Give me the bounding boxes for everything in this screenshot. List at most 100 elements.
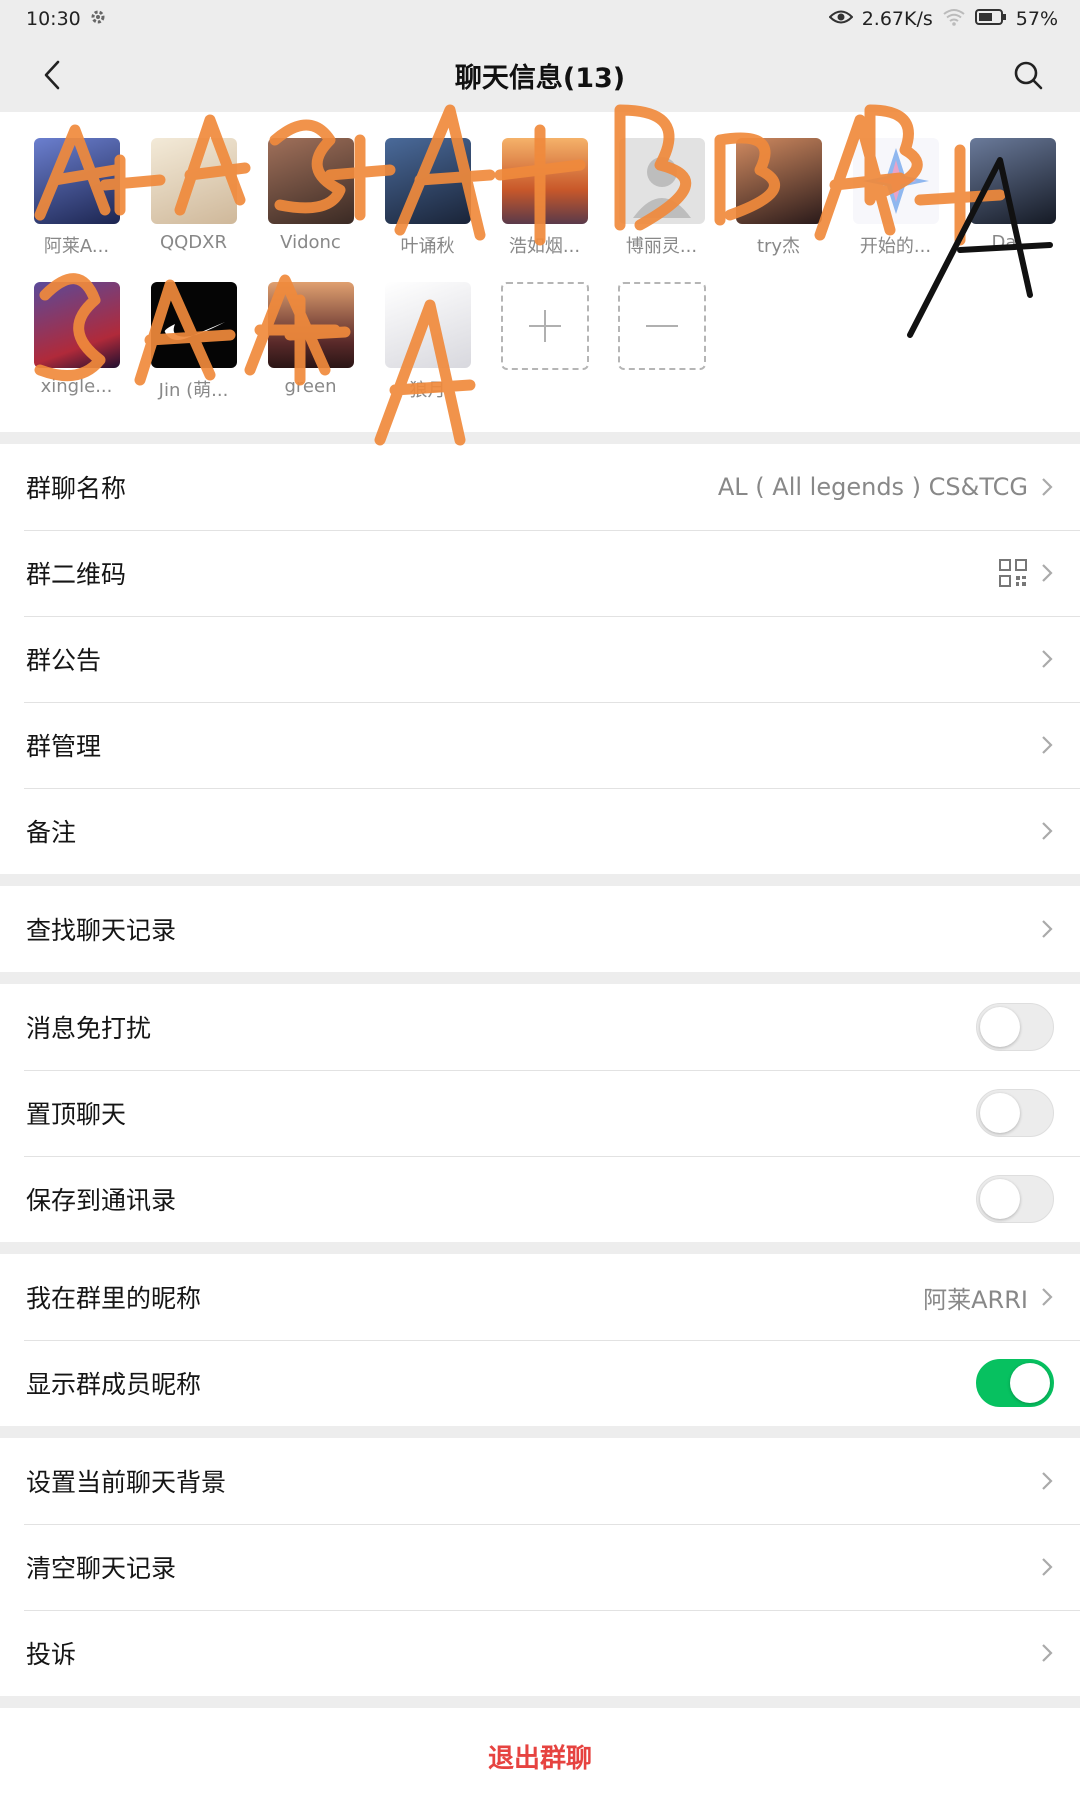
group-name-row[interactable]: 群聊名称 AL ( All legends ) CS&TCG xyxy=(0,444,1080,530)
swoosh-logo-icon xyxy=(164,322,225,340)
member-item[interactable]: green xyxy=(252,282,369,402)
chevron-right-icon xyxy=(1042,920,1053,938)
row-label: 群公告 xyxy=(26,646,102,675)
member-name: 开始的... xyxy=(859,236,932,257)
qr-code-row[interactable]: 群二维码 xyxy=(0,530,1080,616)
section-gap xyxy=(0,1426,1080,1438)
settings-group-toggles: 消息免打扰 置顶聊天 保存到通讯录 xyxy=(0,984,1080,1242)
show-nicknames-row: 显示群成员昵称 xyxy=(0,1340,1080,1426)
report-row[interactable]: 投诉 xyxy=(0,1610,1080,1696)
member-item[interactable]: Da... xyxy=(954,138,1071,258)
row-label: 消息免打扰 xyxy=(26,1014,152,1043)
network-speed: 2.67K/s xyxy=(861,8,933,30)
member-item[interactable]: 叶诵秋 xyxy=(369,138,486,258)
member-name: Da... xyxy=(991,232,1034,253)
member-grid: 阿莱A... QQDXR Vidonc 叶诵秋 浩如烟... 博丽灵... tr… xyxy=(0,112,1080,432)
chevron-right-icon xyxy=(1042,1288,1053,1306)
save-contacts-toggle[interactable] xyxy=(976,1175,1054,1223)
section-gap xyxy=(0,432,1080,444)
member-item[interactable]: 阿莱A... xyxy=(18,138,135,258)
mute-toggle[interactable] xyxy=(976,1003,1054,1051)
add-member-button[interactable] xyxy=(500,282,589,370)
remark-row[interactable]: 备注 xyxy=(0,788,1080,874)
chevron-right-icon xyxy=(1042,478,1053,496)
management-row[interactable]: 群管理 xyxy=(0,702,1080,788)
row-label: 保存到通讯录 xyxy=(26,1186,177,1215)
member-item[interactable]: 浩如烟... xyxy=(486,138,603,258)
row-label: 群二维码 xyxy=(26,560,127,589)
pin-toggle[interactable] xyxy=(976,1089,1054,1137)
avatar xyxy=(384,282,471,368)
avatar xyxy=(852,138,939,224)
minus-icon xyxy=(645,325,678,327)
member-item[interactable]: xingle... xyxy=(18,282,135,402)
member-item[interactable]: QQDXR xyxy=(135,138,252,258)
battery-level: 57% xyxy=(1015,8,1058,30)
qr-code-icon xyxy=(999,559,1027,587)
member-name: 博丽灵... xyxy=(625,236,698,257)
settings-group-other: 设置当前聊天背景 清空聊天记录 投诉 xyxy=(0,1438,1080,1696)
member-item[interactable]: Vidonc xyxy=(252,138,369,258)
star-logo-icon xyxy=(862,148,929,214)
member-item[interactable]: 博丽灵... xyxy=(603,138,720,258)
member-name: 阿莱A... xyxy=(43,236,110,257)
section-gap xyxy=(0,1242,1080,1254)
toggle-knob xyxy=(1010,1363,1050,1403)
status-bar: 10:30 2.67K/s 57% xyxy=(0,0,1080,38)
member-name: QQDXR xyxy=(159,232,228,253)
toggle-knob xyxy=(980,1093,1020,1133)
navigation-bar: 聊天信息(13) xyxy=(0,38,1080,112)
search-icon xyxy=(1014,61,1043,90)
settings-group-info: 群聊名称 AL ( All legends ) CS&TCG 群二维码 群公告 … xyxy=(0,444,1080,874)
announcement-row[interactable]: 群公告 xyxy=(0,616,1080,702)
add-member-item[interactable] xyxy=(486,282,603,402)
my-nickname-row[interactable]: 我在群里的昵称 阿莱ARRI xyxy=(0,1254,1080,1340)
remove-member-item[interactable] xyxy=(603,282,720,402)
chevron-right-icon xyxy=(1042,1472,1053,1490)
avatar xyxy=(33,282,120,368)
section-gap xyxy=(0,874,1080,886)
row-label: 备注 xyxy=(26,818,77,847)
member-item[interactable]: 开始的... xyxy=(837,138,954,258)
avatar xyxy=(33,138,120,224)
member-item[interactable]: try杰 xyxy=(720,138,837,258)
member-item[interactable]: Jin (萌... xyxy=(135,282,252,402)
member-name: green xyxy=(284,376,337,397)
member-name: 狼月 xyxy=(409,380,446,401)
search-button[interactable] xyxy=(1002,49,1054,101)
avatar xyxy=(267,138,354,224)
avatar xyxy=(501,138,588,224)
avatar xyxy=(150,138,237,224)
my-nickname-value: 阿莱ARRI xyxy=(923,1285,1028,1314)
wifi-icon xyxy=(942,8,966,31)
avatar xyxy=(267,282,354,368)
page-title: 聊天信息(13) xyxy=(454,62,626,94)
settings-group-search: 查找聊天记录 xyxy=(0,886,1080,972)
background-row[interactable]: 设置当前聊天背景 xyxy=(0,1438,1080,1524)
save-contacts-row: 保存到通讯录 xyxy=(0,1156,1080,1242)
row-label: 我在群里的昵称 xyxy=(26,1284,202,1313)
exit-group-button[interactable]: 退出群聊 xyxy=(0,1708,1080,1804)
row-label: 投诉 xyxy=(26,1640,77,1669)
member-name: Vidonc xyxy=(280,232,341,253)
eye-icon xyxy=(828,8,854,30)
member-item[interactable]: 狼月 xyxy=(369,282,486,402)
battery-icon xyxy=(974,8,1007,31)
avatar xyxy=(969,138,1056,224)
member-name: 叶诵秋 xyxy=(400,236,455,257)
gear-icon xyxy=(90,8,106,30)
row-label: 设置当前聊天背景 xyxy=(26,1468,227,1497)
avatar xyxy=(150,282,237,368)
back-button[interactable] xyxy=(26,49,78,101)
chevron-right-icon xyxy=(1042,736,1053,754)
show-nicknames-toggle[interactable] xyxy=(976,1359,1054,1407)
row-label: 显示群成员昵称 xyxy=(26,1370,202,1399)
member-name: try杰 xyxy=(756,236,801,257)
section-gap xyxy=(0,972,1080,984)
search-history-row[interactable]: 查找聊天记录 xyxy=(0,886,1080,972)
clear-history-row[interactable]: 清空聊天记录 xyxy=(0,1524,1080,1610)
remove-member-button[interactable] xyxy=(617,282,706,370)
toggle-knob xyxy=(980,1007,1020,1047)
chevron-right-icon xyxy=(1042,1558,1053,1576)
member-name: 浩如烟... xyxy=(508,236,581,257)
